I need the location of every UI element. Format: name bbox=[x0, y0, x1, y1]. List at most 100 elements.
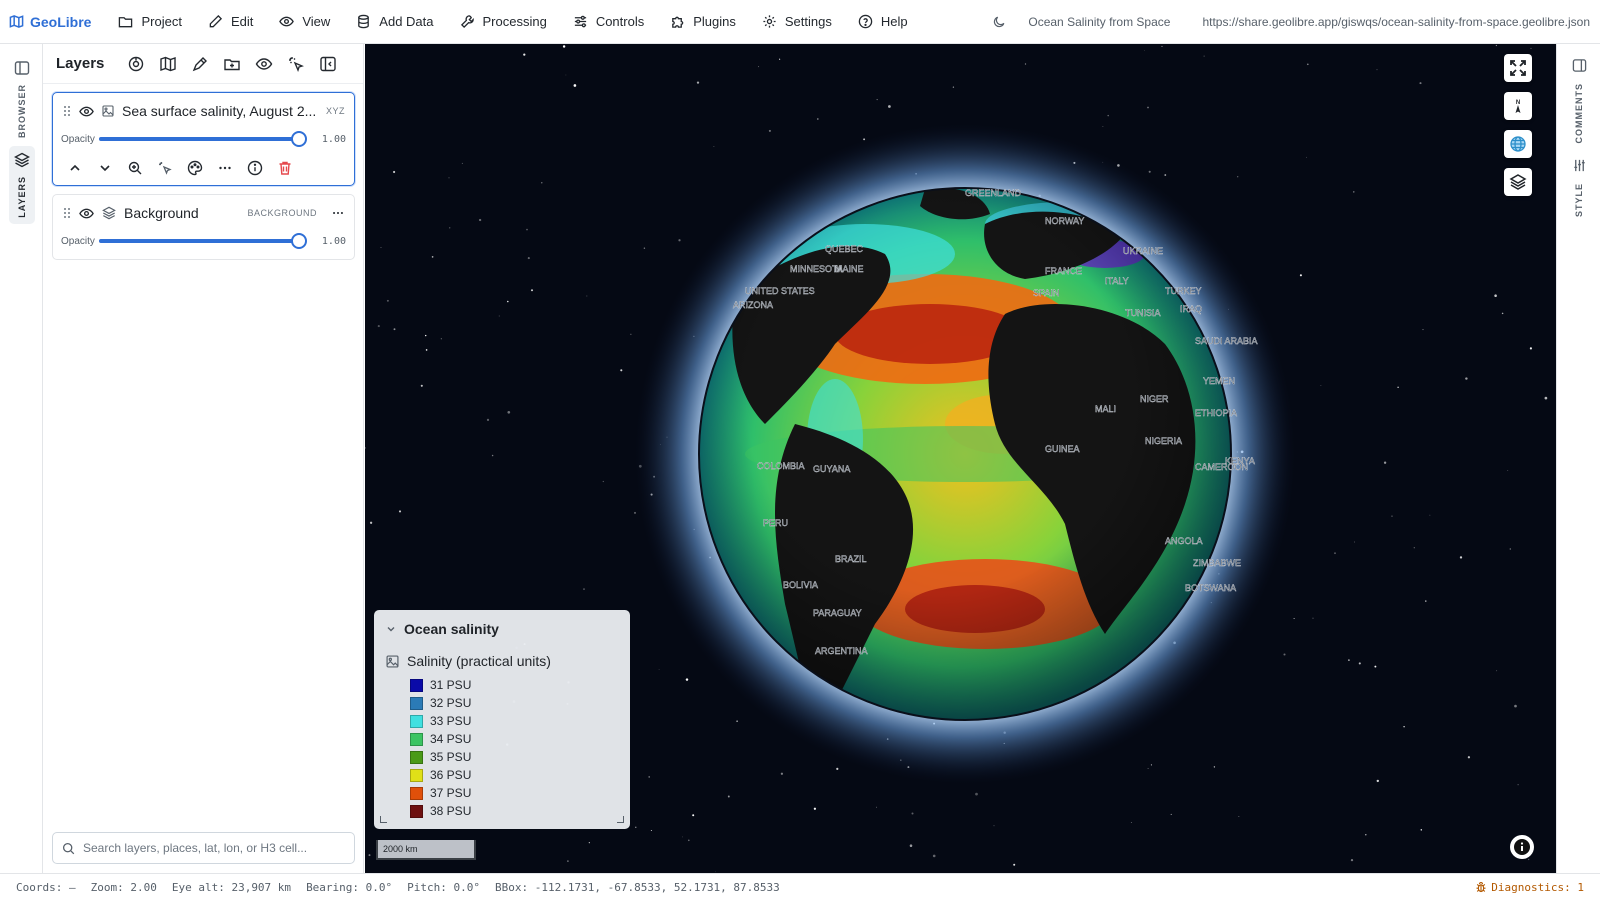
star bbox=[1383, 461, 1387, 464]
legend-header[interactable]: Ocean salinity bbox=[386, 620, 618, 638]
attribution-button[interactable] bbox=[1510, 835, 1534, 859]
layer-item-background[interactable]: Background BACKGROUND Opacity 1.00 bbox=[52, 194, 355, 260]
star bbox=[586, 295, 588, 297]
collapse-panel-icon[interactable] bbox=[319, 55, 337, 73]
layer-search[interactable] bbox=[52, 832, 355, 864]
slider-thumb[interactable] bbox=[291, 131, 307, 147]
eye-icon[interactable] bbox=[79, 206, 94, 221]
trash-icon[interactable] bbox=[277, 160, 293, 176]
fullscreen-button[interactable] bbox=[1504, 54, 1532, 82]
star bbox=[1024, 63, 1027, 65]
menu-help[interactable]: Help bbox=[845, 0, 921, 44]
chevron-up-icon[interactable] bbox=[67, 160, 83, 176]
star bbox=[1397, 386, 1399, 389]
star bbox=[486, 418, 490, 422]
star bbox=[1376, 779, 1379, 783]
more-icon[interactable] bbox=[331, 206, 345, 220]
more-icon[interactable] bbox=[217, 160, 233, 176]
star bbox=[1365, 834, 1367, 836]
star bbox=[1164, 174, 1167, 176]
visibility-icon[interactable] bbox=[255, 55, 273, 73]
legend-layer: Salinity (practical units) bbox=[386, 652, 618, 670]
menu-plugins[interactable]: Plugins bbox=[657, 0, 749, 44]
layers-icon bbox=[1509, 173, 1527, 191]
star bbox=[1353, 191, 1355, 193]
star bbox=[562, 45, 566, 48]
rail-layers-label: LAYERS bbox=[17, 176, 27, 218]
identify-icon[interactable] bbox=[157, 160, 173, 176]
menu-view[interactable]: View bbox=[266, 0, 343, 44]
info-icon bbox=[1513, 838, 1531, 856]
star bbox=[386, 299, 389, 302]
resize-handle-icon[interactable] bbox=[617, 816, 624, 823]
opacity-slider[interactable] bbox=[99, 233, 307, 249]
star bbox=[478, 218, 482, 222]
layer-item-salinity[interactable]: Sea surface salinity, August 2... XYZ Op… bbox=[52, 92, 355, 186]
star bbox=[440, 338, 442, 340]
draw-icon[interactable] bbox=[191, 55, 209, 73]
place-label: ANGOLA bbox=[1165, 536, 1203, 546]
star bbox=[1013, 863, 1016, 866]
raster-image-icon bbox=[102, 105, 114, 117]
top-bar: GeoLibre Project Edit View Add Data Proc… bbox=[0, 0, 1600, 44]
drag-handle-icon[interactable] bbox=[63, 105, 71, 117]
rail-layers-button[interactable]: LAYERS bbox=[9, 146, 35, 224]
globe-projection-button[interactable] bbox=[1504, 130, 1532, 158]
palette-icon[interactable] bbox=[187, 160, 203, 176]
star bbox=[1334, 552, 1336, 555]
menu-add-data[interactable]: Add Data bbox=[343, 0, 446, 44]
menu-project[interactable]: Project bbox=[105, 0, 194, 44]
rail-comments-button[interactable]: COMMENTS bbox=[1557, 58, 1600, 144]
star bbox=[888, 105, 891, 108]
app-logo[interactable]: GeoLibre bbox=[0, 14, 91, 30]
project-url[interactable]: https://share.geolibre.app/giswqs/ocean-… bbox=[1202, 15, 1590, 29]
layers-icon bbox=[14, 152, 30, 168]
pencil-icon bbox=[208, 14, 223, 29]
star bbox=[1147, 767, 1149, 770]
place-label: KENYA bbox=[1225, 456, 1255, 466]
star bbox=[1529, 347, 1532, 350]
chevron-down-icon[interactable] bbox=[97, 160, 113, 176]
refresh-style-icon[interactable] bbox=[127, 55, 145, 73]
star bbox=[650, 829, 652, 832]
rail-browser-button[interactable]: BROWSER bbox=[9, 54, 35, 144]
star bbox=[527, 257, 530, 260]
info-icon[interactable] bbox=[247, 160, 263, 176]
rail-style-button[interactable]: STYLE bbox=[1557, 158, 1600, 217]
slider-thumb[interactable] bbox=[291, 233, 307, 249]
menu-settings[interactable]: Settings bbox=[749, 0, 845, 44]
identify-icon[interactable] bbox=[287, 55, 305, 73]
chevron-down-icon[interactable] bbox=[386, 624, 396, 634]
opacity-slider[interactable] bbox=[99, 131, 307, 147]
resize-handle-icon[interactable] bbox=[380, 816, 387, 823]
star bbox=[393, 328, 396, 331]
basemap-icon[interactable] bbox=[159, 55, 177, 73]
star bbox=[876, 806, 877, 808]
zoom-to-layer-icon[interactable] bbox=[127, 160, 143, 176]
drag-handle-icon[interactable] bbox=[63, 207, 71, 219]
star bbox=[768, 129, 771, 132]
status-bar: Coords: — Zoom: 2.00 Eye alt: 23,907 km … bbox=[0, 873, 1600, 900]
star bbox=[1130, 822, 1132, 823]
star bbox=[648, 776, 651, 778]
place-label: GUYANA bbox=[813, 464, 850, 474]
eye-icon[interactable] bbox=[79, 104, 94, 119]
star bbox=[1459, 556, 1463, 559]
menu-processing[interactable]: Processing bbox=[447, 0, 560, 44]
star bbox=[377, 325, 380, 328]
legend-swatch bbox=[410, 732, 423, 746]
star bbox=[1203, 55, 1205, 57]
menu-controls[interactable]: Controls bbox=[560, 0, 657, 44]
compass-button[interactable]: N bbox=[1504, 92, 1532, 120]
layer-name: Background bbox=[124, 205, 199, 221]
layer-switcher-button[interactable] bbox=[1504, 168, 1532, 196]
status-eye-alt: Eye alt: 23,907 km bbox=[171, 880, 292, 894]
moon-icon[interactable] bbox=[992, 15, 1006, 29]
map-canvas[interactable]: GREENLAND QUEBEC UNITED STATES ARIZONA NORWA… bbox=[365, 44, 1556, 873]
search-input[interactable] bbox=[83, 841, 345, 855]
diagnostics-button[interactable]: Diagnostics: 1 bbox=[1475, 881, 1584, 894]
menu-edit[interactable]: Edit bbox=[195, 0, 266, 44]
star bbox=[696, 81, 700, 84]
add-group-icon[interactable] bbox=[223, 55, 241, 73]
star bbox=[1350, 858, 1354, 862]
